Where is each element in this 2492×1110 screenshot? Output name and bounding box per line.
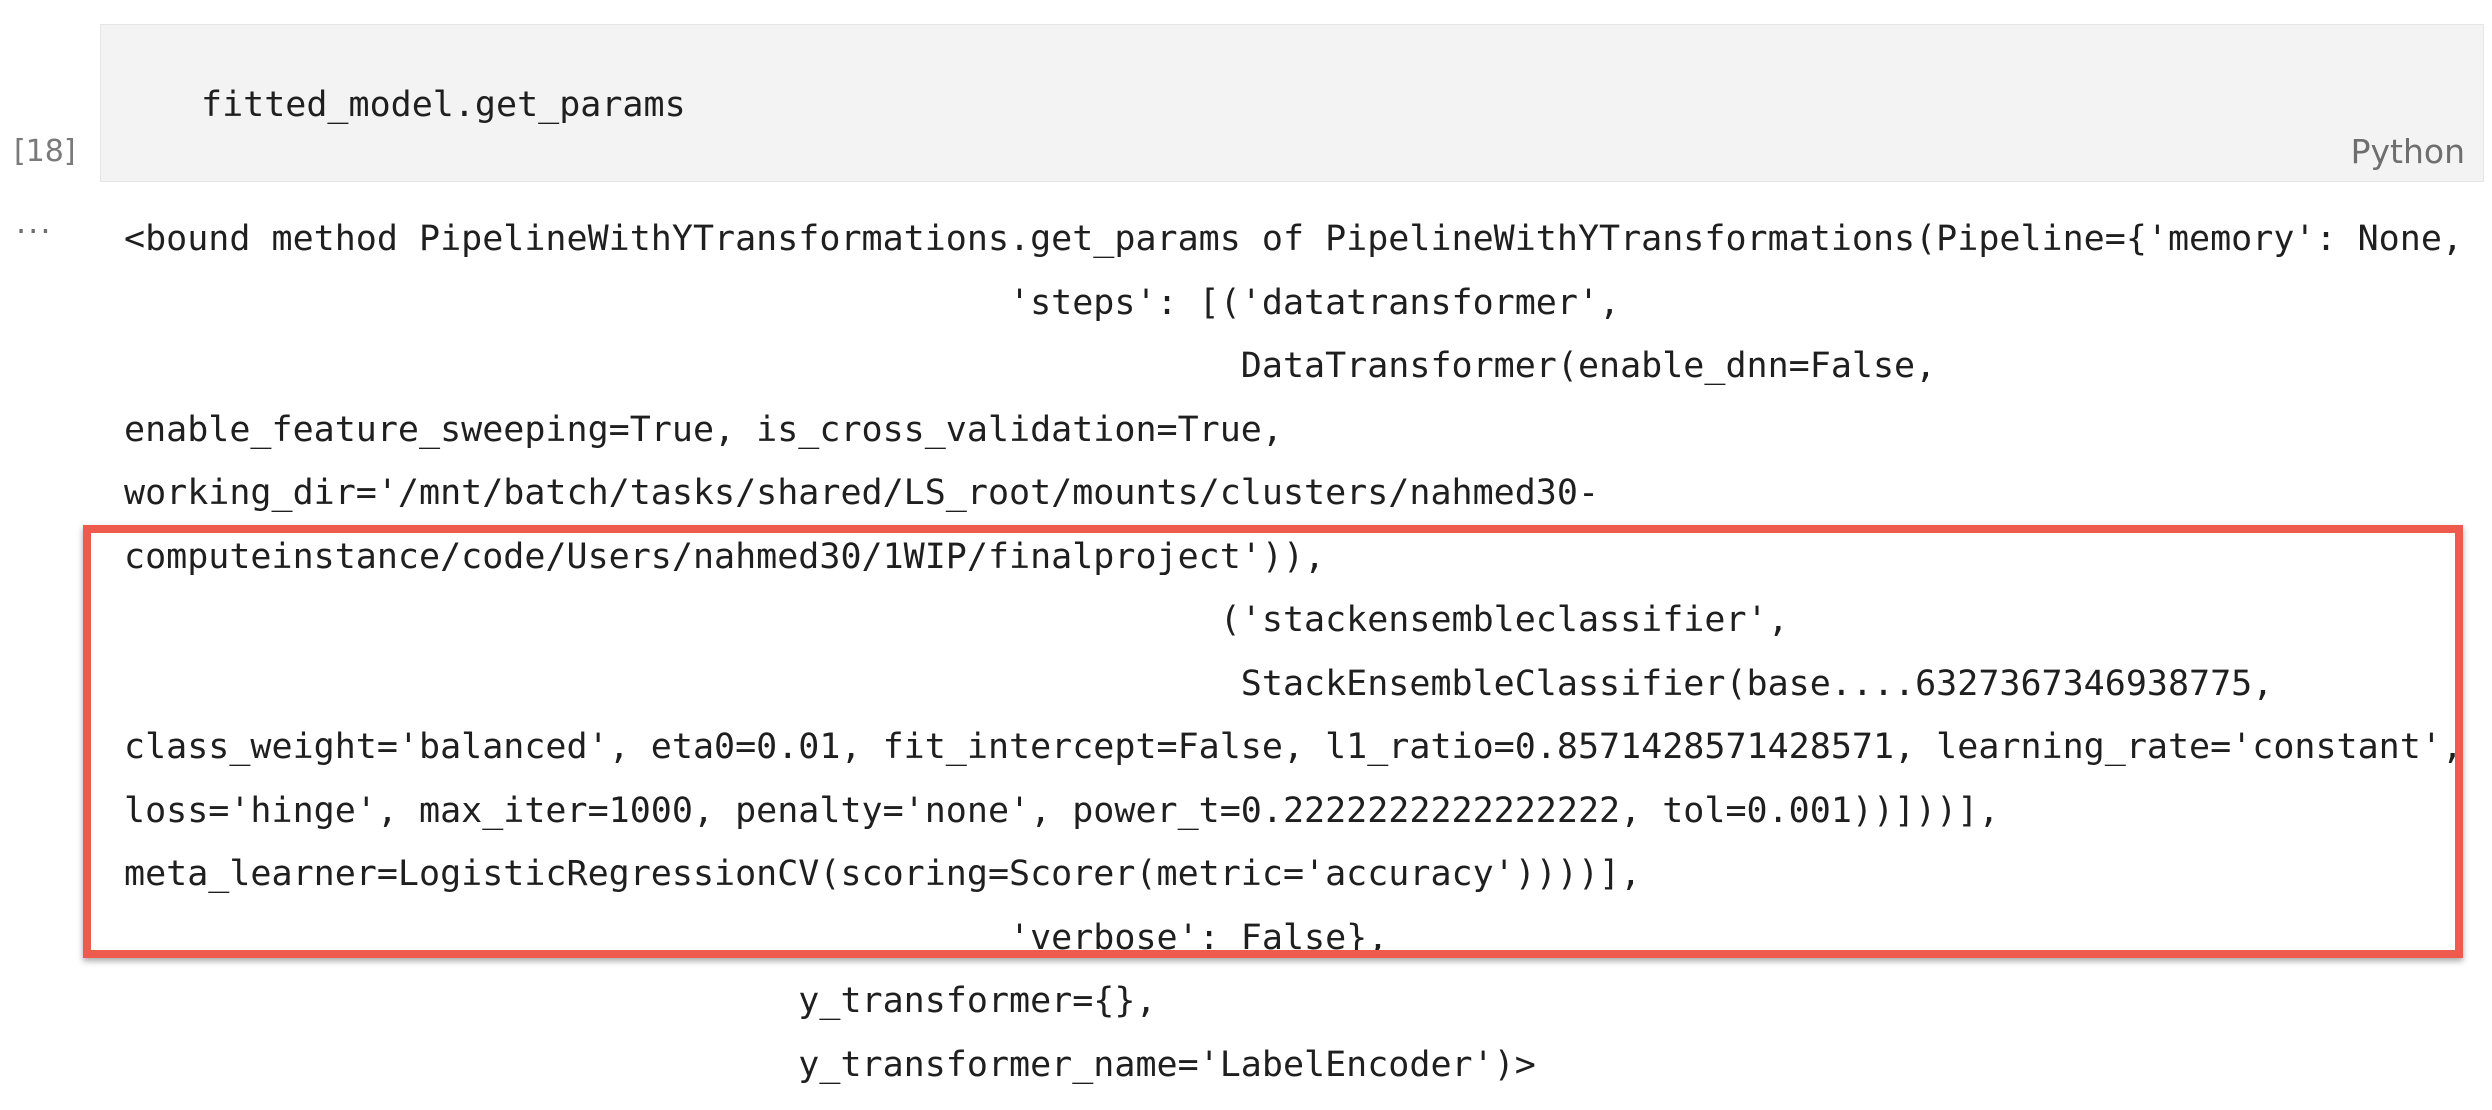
output-line: <bound method PipelineWithYTransformatio…	[124, 219, 2463, 259]
cell-output: <bound method PipelineWithYTransformatio…	[124, 208, 2484, 1097]
output-line: enable_feature_sweeping=True, is_cross_v…	[124, 409, 1283, 450]
output-line: StackEnsembleClassifier(base....63273673…	[124, 663, 2274, 704]
output-line: loss='hinge', max_iter=1000, penalty='no…	[124, 790, 2000, 831]
output-line: class_weight='balanced', eta0=0.01, fit_…	[124, 727, 2463, 767]
language-label[interactable]: Python	[2351, 132, 2465, 171]
code-cell-input[interactable]: fitted_model.get_params Python	[100, 24, 2484, 182]
execution-count: [18]	[14, 134, 76, 169]
output-line: y_transformer={},	[124, 981, 1157, 1021]
output-line: 'verbose': False},	[124, 917, 1389, 958]
output-line: meta_learner=LogisticRegressionCV(scorin…	[124, 854, 1642, 894]
output-line: DataTransformer(enable_dnn=False,	[124, 346, 1937, 386]
code-text[interactable]: fitted_model.get_params	[201, 81, 686, 129]
output-actions-icon[interactable]: ···	[16, 212, 53, 250]
output-line: ('stackensembleclassifier',	[124, 600, 1789, 640]
output-line: 'steps': [('datatransformer',	[124, 282, 1621, 323]
output-line: computeinstance/code/Users/nahmed30/1WIP…	[124, 536, 1326, 577]
output-line: working_dir='/mnt/batch/tasks/shared/LS_…	[124, 473, 1600, 513]
output-line: y_transformer_name='LabelEncoder')>	[124, 1044, 1536, 1085]
